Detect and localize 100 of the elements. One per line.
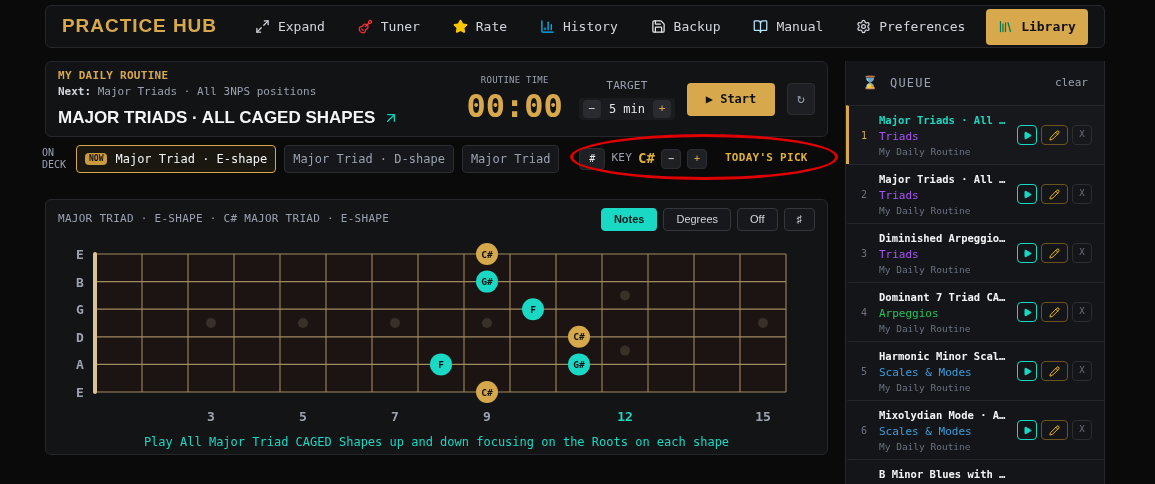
hourglass-icon: ⌛ bbox=[862, 73, 878, 93]
queue-item-title: B Minor Blues with … bbox=[879, 467, 1007, 482]
routine-source: My Daily Routine bbox=[879, 381, 972, 396]
queue-item-title: Major Triads · All … bbox=[879, 172, 1007, 187]
pencil-icon bbox=[1049, 247, 1060, 259]
start-button[interactable]: ▶ Start bbox=[687, 82, 775, 116]
now-badge: NOW bbox=[85, 152, 108, 165]
todays-pick-label: TODAY'S PICK bbox=[724, 150, 808, 167]
fret-number: 3 bbox=[207, 409, 215, 424]
expand-icon bbox=[254, 19, 270, 34]
play-button[interactable] bbox=[1017, 125, 1037, 145]
display-mode-toggle[interactable]: Degrees bbox=[663, 208, 731, 231]
queue-item[interactable]: 6 Mixolydian Mode · A… Scales & Modes My Daily Routine X bbox=[846, 400, 1104, 459]
edit-button[interactable] bbox=[1041, 420, 1068, 440]
exercise-title: MAJOR TRIADS · ALL CAGED SHAPES bbox=[58, 106, 376, 129]
nav-tab[interactable]: Preferences bbox=[844, 8, 978, 45]
play-button[interactable] bbox=[1017, 184, 1037, 204]
on-deck-chip[interactable]: Major Triad bbox=[461, 144, 560, 173]
string-label: B bbox=[76, 274, 84, 290]
queue-number: 6 bbox=[860, 423, 868, 438]
display-mode-toggle[interactable]: Notes bbox=[600, 208, 658, 231]
settings-icon bbox=[856, 19, 872, 34]
edit-button[interactable] bbox=[1041, 361, 1068, 381]
reset-button[interactable]: ↻ bbox=[787, 83, 815, 115]
nav-tab[interactable]: Backup bbox=[638, 8, 733, 45]
queue-item-title: Dominant 7 Triad CA… bbox=[879, 290, 1007, 305]
queue-number: 1 bbox=[860, 128, 868, 143]
pencil-icon bbox=[1049, 188, 1060, 200]
key-up-button[interactable]: + bbox=[686, 148, 707, 169]
queue-item[interactable]: 3 Diminished Arpeggio… Triads My Daily Routine X bbox=[846, 223, 1104, 282]
routine-source: My Daily Routine bbox=[879, 145, 972, 160]
play-button[interactable] bbox=[1017, 361, 1037, 381]
clear-button[interactable]: clear bbox=[1054, 74, 1088, 92]
nav-tab[interactable]: Library bbox=[986, 8, 1088, 45]
string-label: E bbox=[76, 385, 84, 400]
play-button[interactable] bbox=[1017, 243, 1037, 263]
queue-item[interactable]: 2 Major Triads · All … Triads My Daily Routine X bbox=[846, 164, 1104, 223]
nav-tab[interactable]: Expand bbox=[242, 8, 337, 45]
routine-time-label: ROUTINE TIME bbox=[480, 74, 549, 88]
play-icon bbox=[1022, 189, 1032, 199]
queue-item[interactable]: 1 Major Triads · All … Triads My Daily Routine X bbox=[846, 105, 1104, 164]
queue-item[interactable]: 5 Harmonic Minor Scal… Scales & Modes My Daily Routine X bbox=[846, 341, 1104, 400]
play-icon bbox=[1022, 425, 1032, 435]
nav-tab[interactable]: Manual bbox=[741, 8, 836, 45]
queue-item-title: Major Triads · All … bbox=[879, 113, 1007, 128]
queue-number: 4 bbox=[860, 305, 868, 320]
fret-number: 9 bbox=[483, 409, 491, 424]
note-marker: C# bbox=[476, 381, 498, 403]
play-icon bbox=[1022, 130, 1032, 140]
inlay-dot bbox=[298, 318, 308, 328]
edit-button[interactable] bbox=[1041, 302, 1068, 322]
increase-button[interactable]: + bbox=[653, 100, 671, 119]
fretboard-title: MAJOR TRIAD · E-SHAPE · C# MAJOR TRIAD · E-SHAPE bbox=[58, 211, 390, 228]
key-down-button[interactable]: − bbox=[660, 148, 681, 169]
note-marker: G# bbox=[476, 270, 498, 293]
remove-button[interactable]: X bbox=[1072, 243, 1092, 263]
double-inlay-drawing bbox=[620, 290, 630, 356]
decrease-button[interactable]: − bbox=[582, 100, 601, 119]
inlay-dot bbox=[206, 318, 216, 328]
queue-item[interactable]: 4 Dominant 7 Triad CA… Arpeggios My Daily Routine X bbox=[846, 282, 1104, 341]
star-icon bbox=[452, 19, 468, 34]
app-title: PRACTICE HUB bbox=[62, 14, 217, 39]
nav-tab[interactable]: History bbox=[527, 8, 630, 45]
queue-item[interactable]: B Minor Blues with … bbox=[846, 459, 1104, 484]
note-marker: C# bbox=[568, 325, 590, 348]
display-mode-toggle[interactable]: ♯ bbox=[783, 208, 815, 231]
fret-number: 12 bbox=[617, 409, 633, 424]
category-label: Triads bbox=[879, 128, 920, 145]
on-deck-chip[interactable]: NOW Major Triad · E-shape bbox=[76, 144, 277, 173]
queue-item-title: Harmonic Minor Scal… bbox=[879, 349, 1007, 364]
pencil-icon bbox=[1049, 424, 1060, 436]
remove-button[interactable]: X bbox=[1072, 361, 1092, 381]
play-button[interactable] bbox=[1017, 420, 1037, 440]
sharp-toggle-button[interactable]: # bbox=[579, 147, 606, 170]
nav-tab[interactable]: Tuner bbox=[345, 8, 432, 45]
queue-number: 3 bbox=[860, 246, 868, 261]
play-button[interactable] bbox=[1017, 302, 1037, 322]
exercise-caption: Play All Major Triad CAGED Shapes up and down focusing on the Roots on each shape bbox=[142, 434, 731, 451]
inlay-dot bbox=[482, 318, 492, 328]
remove-button[interactable]: X bbox=[1072, 184, 1092, 204]
guitar-icon bbox=[357, 19, 373, 34]
edit-button[interactable] bbox=[1041, 184, 1068, 204]
edit-button[interactable] bbox=[1041, 125, 1068, 145]
pencil-icon bbox=[1049, 129, 1060, 141]
string-label: D bbox=[76, 329, 84, 345]
inlay-dot bbox=[390, 318, 400, 328]
display-mode-toggle[interactable]: Off bbox=[737, 208, 778, 231]
routine-heading: MY DAILY ROUTINE bbox=[58, 67, 170, 84]
queue-item-title: Mixolydian Mode · A… bbox=[879, 408, 1007, 423]
remove-button[interactable]: X bbox=[1072, 302, 1092, 322]
remove-button[interactable]: X bbox=[1072, 420, 1092, 440]
remove-button[interactable]: X bbox=[1072, 125, 1092, 145]
on-deck-chip[interactable]: Major Triad · D-shape bbox=[284, 144, 454, 173]
queue-number: 2 bbox=[860, 187, 868, 202]
note-marker: F bbox=[430, 353, 452, 376]
category-label: Arpeggios bbox=[879, 305, 940, 322]
queue-title: QUEUE bbox=[890, 75, 934, 92]
on-deck-label: ON DECK bbox=[42, 146, 68, 171]
nav-tab[interactable]: Rate bbox=[440, 8, 520, 45]
edit-button[interactable] bbox=[1041, 243, 1068, 263]
